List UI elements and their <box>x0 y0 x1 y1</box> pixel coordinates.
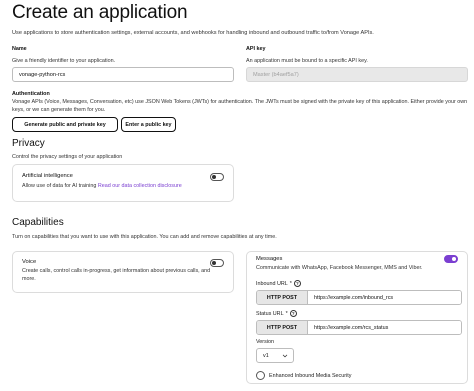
messages-card-text: Communicate with WhatsApp, Facebook Mess… <box>256 265 423 271</box>
status-url-label: Status URL * ? <box>256 310 297 317</box>
ai-card-text-label: Allow use of data for AI training <box>22 183 97 189</box>
page-title: Create an application <box>12 2 188 23</box>
privacy-heading: Privacy <box>12 138 45 149</box>
ai-toggle[interactable] <box>210 173 224 181</box>
security-label: Enhanced Inbound Media Security <box>269 372 352 379</box>
messages-card: Messages Communicate with WhatsApp, Face… <box>246 251 468 384</box>
status-url-input[interactable] <box>308 321 461 334</box>
capabilities-heading: Capabilities <box>12 217 64 228</box>
voice-toggle-knob <box>212 261 216 265</box>
privacy-description: Control the privacy settings of your app… <box>12 154 123 160</box>
status-url-label-text: Status URL <box>256 310 284 317</box>
version-value: v1 <box>263 352 269 359</box>
inbound-url-label-text: Inbound URL <box>256 280 288 287</box>
enter-public-key-button[interactable]: Enter a public key <box>121 117 176 132</box>
api-key-input <box>246 67 468 82</box>
ai-card: Artificial intelligence Allow use of dat… <box>12 164 234 202</box>
messages-toggle[interactable] <box>444 255 458 263</box>
api-key-hint: An application must be bound to a specif… <box>246 58 368 64</box>
capabilities-description: Turn on capabilities that you want to us… <box>12 234 277 240</box>
inbound-url-input[interactable] <box>308 291 461 304</box>
security-checkbox-row: Enhanced Inbound Media Security <box>256 371 351 380</box>
authentication-label: Authentication <box>12 91 50 97</box>
voice-toggle[interactable] <box>210 259 224 267</box>
status-url-group: HTTP POST <box>256 320 462 335</box>
name-input[interactable] <box>12 67 234 82</box>
info-icon[interactable]: ? <box>293 280 301 287</box>
data-disclosure-link[interactable]: Read our data collection disclosure <box>98 183 182 189</box>
api-key-label: API key <box>246 46 266 52</box>
info-icon[interactable]: ? <box>289 310 297 317</box>
version-label: Version <box>256 339 274 345</box>
inbound-method-select[interactable]: HTTP POST <box>257 291 308 304</box>
inbound-url-label: Inbound URL * ? <box>256 280 301 287</box>
status-url-required: * <box>285 310 288 317</box>
ai-toggle-knob <box>212 175 216 179</box>
inbound-url-group: HTTP POST <box>256 290 462 305</box>
voice-card-text-line1: Create calls, control calls in-progress,… <box>22 268 211 274</box>
messages-card-title: Messages <box>256 256 283 262</box>
voice-card-title: Voice <box>22 259 37 265</box>
voice-card: Voice Create calls, control calls in-pro… <box>12 251 234 293</box>
chevron-down-icon <box>282 354 288 357</box>
status-method-select[interactable]: HTTP POST <box>257 321 308 334</box>
inbound-url-required: * <box>289 280 292 287</box>
ai-card-title: Artificial intelligence <box>22 173 73 179</box>
generate-keys-button[interactable]: Generate public and private key <box>12 117 118 132</box>
name-hint: Give a friendly identifier to your appli… <box>12 58 116 64</box>
page-subtitle: Use applications to store authentication… <box>12 30 374 36</box>
name-label: Name <box>12 46 27 52</box>
version-select[interactable]: v1 <box>256 348 294 363</box>
voice-card-text-line2: more. <box>22 275 36 282</box>
security-checkbox[interactable] <box>256 371 265 380</box>
messages-toggle-knob <box>452 257 456 261</box>
ai-card-text: Allow use of data for AI training Read o… <box>22 183 182 191</box>
authentication-description: Vonage APIs (Voice, Messages, Conversati… <box>12 99 468 113</box>
